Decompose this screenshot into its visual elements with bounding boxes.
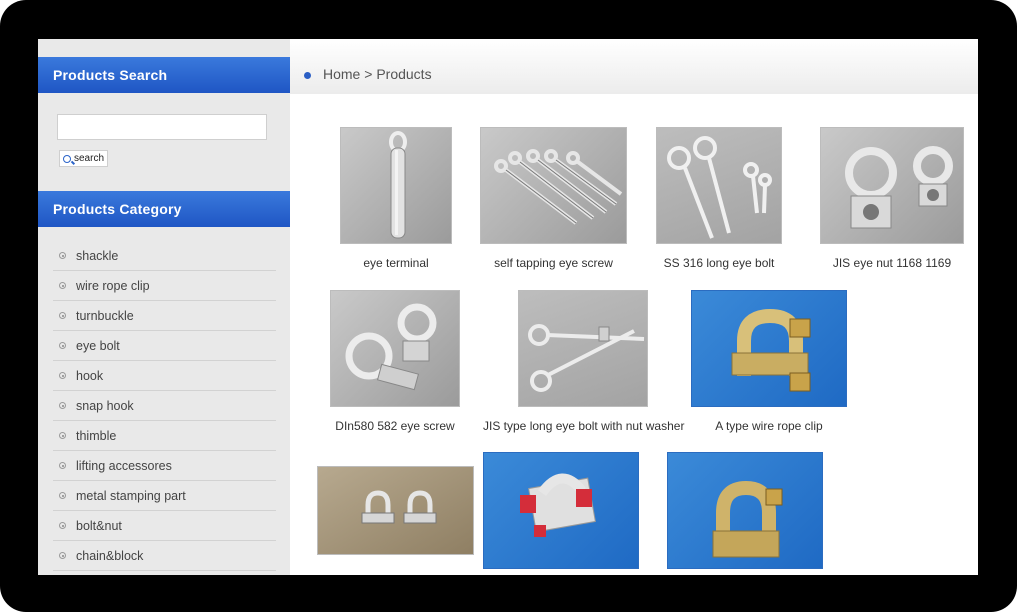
breadcrumb-current: Products xyxy=(376,66,432,82)
wire-rope-clip-photo[interactable] xyxy=(691,290,847,407)
category-item-turnbuckle[interactable]: turnbuckle xyxy=(53,301,276,331)
product-name[interactable]: SS 316 long eye bolt xyxy=(656,256,782,270)
category-item-others[interactable]: others xyxy=(53,571,276,575)
category-item-thimble[interactable]: thimble xyxy=(53,421,276,451)
bullet-icon xyxy=(59,342,66,349)
product-card[interactable]: SS 316 long eye bolt xyxy=(656,127,782,270)
breadcrumb: Home > Products xyxy=(323,66,432,82)
product-card[interactable] xyxy=(483,452,639,575)
category-label: chain&block xyxy=(76,548,144,563)
product-card[interactable]: JIS eye nut 1168 1169 xyxy=(820,127,964,270)
search-button[interactable]: search xyxy=(59,150,109,167)
wire-rope-clips-pair-photo[interactable] xyxy=(317,466,474,555)
bullet-icon xyxy=(59,282,66,289)
products-category-header: Products Category xyxy=(38,191,290,227)
product-name[interactable]: A type wire rope clip xyxy=(691,419,847,433)
product-card[interactable] xyxy=(667,452,823,575)
breadcrumb-bar: Home > Products xyxy=(290,39,978,94)
category-label: turnbuckle xyxy=(76,308,134,323)
bullet-icon xyxy=(59,312,66,319)
product-name[interactable]: DIn580 582 eye screw xyxy=(330,419,460,433)
category-label: shackle xyxy=(76,248,119,263)
category-label: thimble xyxy=(76,428,117,443)
category-item-wire-rope-clip[interactable]: wire rope clip xyxy=(53,271,276,301)
category-item-eye-bolt[interactable]: eye bolt xyxy=(53,331,276,361)
product-card[interactable]: eye terminal xyxy=(340,127,452,270)
category-item-metal-stamping-part[interactable]: metal stamping part xyxy=(53,481,276,511)
sidebar: Products Search search Products Category… xyxy=(38,39,290,575)
category-item-snap-hook[interactable]: snap hook xyxy=(53,391,276,421)
product-card[interactable]: JIS type long eye bolt with nut washer xyxy=(483,290,684,433)
category-label: hook xyxy=(76,368,104,383)
breadcrumb-separator: > xyxy=(364,66,373,82)
search-icon xyxy=(63,154,71,163)
eye-screws-photo[interactable] xyxy=(480,127,627,244)
bullet-icon xyxy=(59,492,66,499)
product-name[interactable]: self tapping eye screw xyxy=(480,256,627,270)
products-search-header: Products Search xyxy=(38,57,290,93)
category-item-lifting-accessores[interactable]: lifting accessores xyxy=(53,451,276,481)
eye-nuts-photo[interactable] xyxy=(820,127,964,244)
search-button-label: search xyxy=(74,153,105,164)
bullet-icon xyxy=(59,432,66,439)
bullet-icon xyxy=(59,402,66,409)
product-card[interactable]: A type wire rope clip xyxy=(691,290,847,433)
category-item-hook[interactable]: hook xyxy=(53,361,276,391)
category-item-shackle[interactable]: shackle xyxy=(53,241,276,271)
eye-terminal-photo[interactable] xyxy=(340,127,452,244)
breadcrumb-bullet-icon xyxy=(304,72,311,79)
category-label: metal stamping part xyxy=(76,488,186,503)
category-item-bolt-nut[interactable]: bolt&nut xyxy=(53,511,276,541)
search-input[interactable] xyxy=(57,114,267,140)
category-label: wire rope clip xyxy=(76,278,150,293)
category-label: snap hook xyxy=(76,398,134,413)
product-name[interactable]: eye terminal xyxy=(340,256,452,270)
red-wire-rope-clip-photo[interactable] xyxy=(483,452,639,569)
bullet-icon xyxy=(59,522,66,529)
bullet-icon xyxy=(59,552,66,559)
product-name[interactable]: JIS type long eye bolt with nut washer xyxy=(483,419,684,433)
bullet-icon xyxy=(59,372,66,379)
category-item-chain-block[interactable]: chain&block xyxy=(53,541,276,571)
product-card[interactable] xyxy=(317,466,474,567)
bullet-icon xyxy=(59,462,66,469)
long-eye-bolts-photo[interactable] xyxy=(656,127,782,244)
product-card[interactable]: DIn580 582 eye screw xyxy=(330,290,460,433)
category-label: bolt&nut xyxy=(76,518,122,533)
product-card[interactable]: self tapping eye screw xyxy=(480,127,627,270)
breadcrumb-home-link[interactable]: Home xyxy=(323,66,360,82)
bullet-icon xyxy=(59,252,66,259)
category-list: shackle wire rope clip turnbuckle eye bo… xyxy=(53,241,276,575)
eye-screw-photo[interactable] xyxy=(330,290,460,407)
main-content: Home > Products eye terminal self tappin… xyxy=(290,39,978,575)
long-eye-bolt-washer-photo[interactable] xyxy=(518,290,648,407)
category-label: lifting accessores xyxy=(76,458,172,473)
yellow-wire-rope-clip-photo[interactable] xyxy=(667,452,823,569)
browser-viewport: Products Search search Products Category… xyxy=(38,39,978,575)
category-label: eye bolt xyxy=(76,338,120,353)
product-name[interactable]: JIS eye nut 1168 1169 xyxy=(820,256,964,270)
